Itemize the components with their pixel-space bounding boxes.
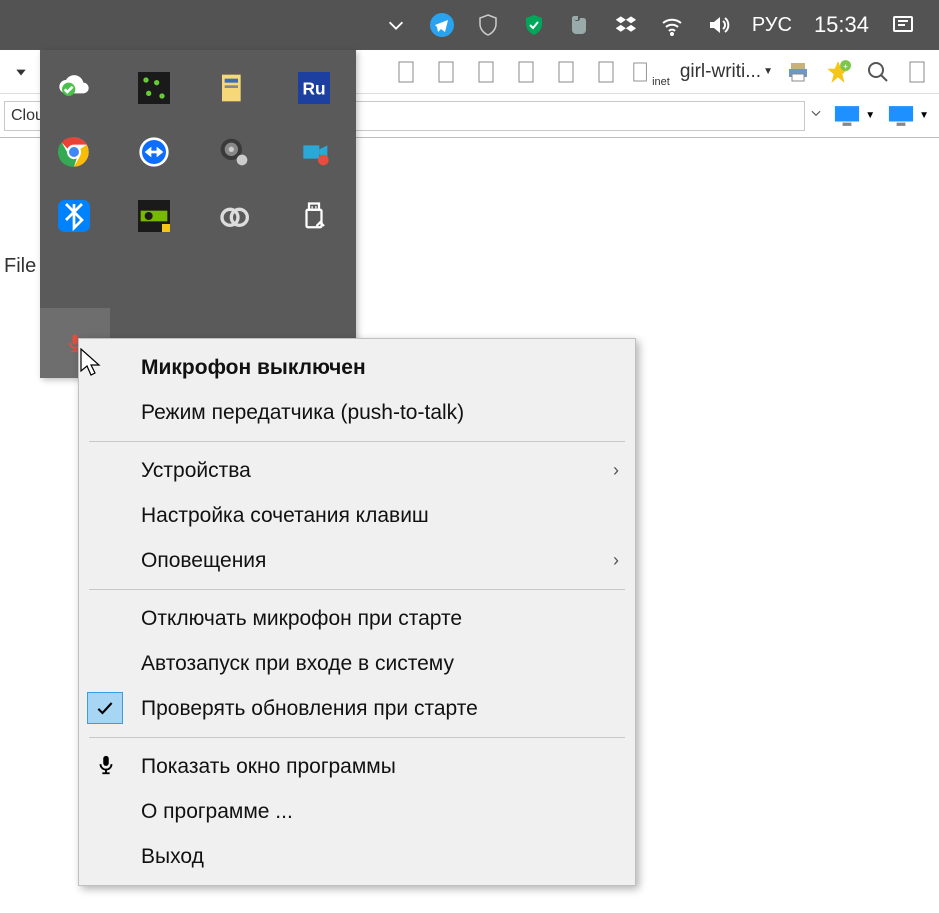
doc-icon[interactable] [592, 57, 622, 87]
dropbox-icon[interactable] [614, 13, 638, 37]
input-language[interactable]: РУС [752, 14, 792, 37]
evernote-icon[interactable] [568, 13, 592, 37]
teamviewer-icon[interactable] [136, 134, 172, 170]
volume-icon[interactable] [706, 13, 730, 37]
menu-devices[interactable]: Устройства › [79, 448, 635, 493]
chevron-down-icon[interactable] [384, 13, 408, 37]
filename-dropdown[interactable]: girl-writi... ▼ [680, 61, 773, 83]
menu-mic-off[interactable]: Микрофон выключен [79, 345, 635, 390]
chevron-right-icon: › [613, 550, 619, 571]
creative-cloud-icon[interactable] [216, 198, 252, 234]
check-icon [87, 692, 123, 724]
menu-push-to-talk[interactable]: Режим передатчика (push-to-talk) [79, 390, 635, 435]
kaspersky-shield-icon[interactable] [522, 13, 546, 37]
doc-icon[interactable] [432, 57, 462, 87]
mic-context-menu: Микрофон выключен Режим передатчика (pus… [78, 338, 636, 886]
doc-icon[interactable] [512, 57, 542, 87]
menu-separator [89, 589, 625, 590]
menu-exit[interactable]: Выход [79, 834, 635, 879]
menu-notifications[interactable]: Оповещения › [79, 538, 635, 583]
menu-mute-on-start[interactable]: Отключать микрофон при старте [79, 596, 635, 641]
search-icon[interactable] [863, 57, 893, 87]
tray-overflow-popup: Ru [40, 50, 356, 378]
adobe-ru-icon[interactable]: Ru [296, 70, 332, 106]
inet-label[interactable]: inet [632, 61, 670, 83]
recorder-icon[interactable] [296, 134, 332, 170]
doc-icon[interactable] [903, 57, 933, 87]
menu-about[interactable]: О программе ... [79, 789, 635, 834]
chevron-down-icon: ▼ [865, 110, 875, 121]
file-label: File [4, 255, 36, 278]
usb-eject-icon[interactable] [296, 198, 332, 234]
doc-icon[interactable] [472, 57, 502, 87]
taskbar: РУС 15:34 [0, 0, 939, 50]
menu-autostart[interactable]: Автозапуск при входе в систему [79, 641, 635, 686]
doc-icon[interactable] [392, 57, 422, 87]
telegram-icon[interactable] [430, 13, 454, 37]
mic-icon [95, 754, 119, 778]
menu-show-window[interactable]: Показать окно программы [79, 744, 635, 789]
menu-hotkeys[interactable]: Настройка сочетания клавиш [79, 493, 635, 538]
doc-icon[interactable] [552, 57, 582, 87]
notification-center-icon[interactable] [891, 13, 915, 37]
bluetooth-icon[interactable] [56, 198, 92, 234]
greenshot-icon[interactable] [136, 70, 172, 106]
tab-dropdown-icon[interactable] [6, 57, 36, 87]
chevron-down-icon: ▼ [763, 66, 773, 77]
dropdown-arrow-icon[interactable] [805, 106, 827, 125]
shield-outline-icon[interactable] [476, 13, 500, 37]
explorer-folder-icon[interactable] [216, 70, 252, 106]
star-plus-icon[interactable]: + [823, 57, 853, 87]
monitor-blue-button[interactable]: ▼ [881, 105, 935, 127]
clock[interactable]: 15:34 [814, 12, 869, 38]
printer-icon[interactable] [783, 57, 813, 87]
monitor-blue-button[interactable]: ▼ [827, 105, 881, 127]
wifi-icon[interactable] [660, 13, 684, 37]
svg-text:Ru: Ru [302, 79, 325, 99]
chevron-right-icon: › [613, 460, 619, 481]
menu-separator [89, 441, 625, 442]
chevron-down-icon: ▼ [919, 110, 929, 121]
sound-icon[interactable] [216, 134, 252, 170]
svg-text:+: + [843, 60, 848, 70]
chrome-icon[interactable] [56, 134, 92, 170]
menu-check-updates[interactable]: Проверять обновления при старте [79, 686, 635, 731]
nvidia-icon[interactable] [136, 198, 172, 234]
menu-separator [89, 737, 625, 738]
cursor-icon [80, 348, 104, 378]
cloud-sync-icon[interactable] [56, 70, 92, 106]
